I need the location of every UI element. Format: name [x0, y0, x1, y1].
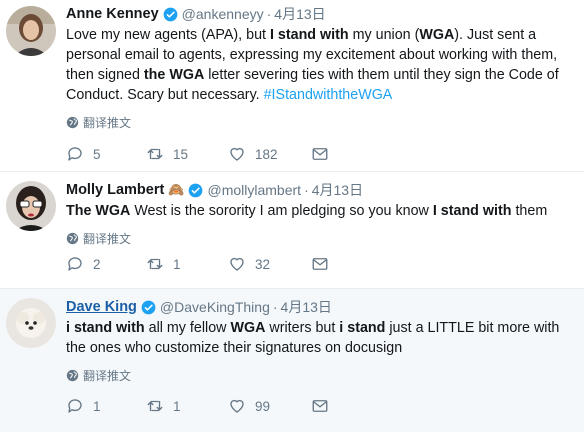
text-bold: I stand with	[432, 203, 512, 219]
reply-icon	[68, 257, 82, 271]
message-icon	[312, 258, 328, 270]
separator-dot: ·	[304, 182, 309, 198]
avatar[interactable]	[6, 6, 56, 56]
like-icon	[230, 399, 244, 413]
retweet-icon	[147, 400, 163, 412]
reply-button[interactable]: 1	[66, 397, 146, 415]
globe-icon	[66, 116, 79, 129]
text-bold: i stand with	[66, 320, 145, 336]
author-name[interactable]: Anne Kenney	[66, 5, 159, 23]
text-part: writers but	[265, 320, 340, 336]
reply-icon	[68, 147, 82, 161]
reply-count: 5	[93, 146, 101, 162]
like-icon	[230, 257, 244, 271]
like-count: 182	[255, 146, 278, 162]
message-icon	[312, 400, 328, 412]
tweet-actions: 1 1 99	[66, 397, 329, 415]
translate-label: 翻译推文	[83, 369, 132, 383]
tweet-text: Love my new agents (APA), but I stand wi…	[66, 25, 574, 105]
text-bold: The WGA	[66, 203, 131, 219]
translate-label: 翻译推文	[83, 116, 132, 130]
retweet-button[interactable]: 1	[146, 255, 228, 273]
like-icon	[230, 147, 244, 161]
retweet-button[interactable]: 15	[146, 145, 228, 163]
direct-message-button[interactable]	[311, 397, 329, 415]
retweet-count: 1	[173, 256, 181, 272]
monkey-emoji-icon: 🙈	[168, 182, 185, 197]
text-part: my union (	[348, 27, 420, 43]
like-count: 32	[255, 256, 271, 272]
tweet-date[interactable]: 4月13日	[312, 181, 363, 199]
direct-message-button[interactable]	[311, 145, 329, 163]
tweet-date[interactable]: 4月13日	[281, 298, 332, 316]
tweet-text: The WGA West is the sorority I am pledgi…	[66, 201, 574, 221]
text-bold: I stand with	[269, 27, 349, 43]
verified-badge-icon	[189, 183, 203, 197]
author-handle[interactable]: @mollylambert	[207, 181, 301, 199]
translate-tweet-link[interactable]: 翻译推文	[66, 230, 574, 247]
reply-button[interactable]: 2	[66, 255, 146, 273]
reply-count: 1	[93, 398, 101, 414]
reply-icon	[68, 399, 82, 413]
retweet-count: 15	[173, 146, 189, 162]
tweet-text: i stand with all my fellow WGA writers b…	[66, 318, 574, 358]
tweet-actions: 5 15 182	[66, 145, 329, 163]
like-button[interactable]: 32	[228, 255, 311, 273]
tweet-date[interactable]: 4月13日	[274, 5, 325, 23]
hashtag-link[interactable]: #IStandwiththeWGA	[264, 87, 393, 103]
separator-dot: ·	[266, 6, 272, 22]
translate-tweet-link[interactable]: 翻译推文	[66, 367, 574, 384]
avatar[interactable]	[6, 298, 56, 348]
retweet-icon	[147, 148, 163, 160]
avatar[interactable]	[6, 181, 56, 231]
author-handle[interactable]: @ankenneyy	[182, 5, 264, 23]
retweet-icon	[147, 258, 163, 270]
text-part: West is the sorority I am pledging so yo…	[130, 203, 433, 219]
text-part: them	[511, 203, 548, 219]
globe-icon	[66, 369, 79, 382]
translate-tweet-link[interactable]: 翻译推文	[66, 114, 574, 131]
translate-label: 翻译推文	[83, 232, 132, 246]
verified-badge-icon	[141, 300, 156, 314]
verified-badge-icon	[163, 7, 178, 21]
author-handle[interactable]: @DaveKingThing	[160, 298, 270, 316]
reply-count: 2	[93, 256, 101, 272]
reply-button[interactable]: 5	[66, 145, 146, 163]
tweet-molly-lambert[interactable]: Molly Lambert 🙈 @mollylambert · 4月13日 Th…	[0, 172, 584, 289]
text-bold: the WGA	[143, 67, 205, 83]
like-button[interactable]: 182	[228, 145, 311, 163]
tweet-anne-kenney[interactable]: Anne Kenney @ankenneyy · 4月13日 Love my n…	[0, 0, 584, 172]
text-part: Love my new agents (APA), but	[66, 27, 270, 43]
like-button[interactable]: 99	[228, 397, 311, 415]
retweet-button[interactable]: 1	[146, 397, 228, 415]
tweet-feed: Anne Kenney @ankenneyy · 4月13日 Love my n…	[0, 0, 584, 432]
text-part: all my fellow	[144, 320, 231, 336]
text-bold: WGA	[419, 27, 455, 43]
direct-message-button[interactable]	[311, 255, 329, 273]
author-name[interactable]: Molly Lambert	[66, 181, 164, 199]
message-icon	[312, 148, 328, 160]
separator-dot: ·	[272, 299, 278, 315]
like-count: 99	[255, 398, 271, 414]
tweet-dave-king[interactable]: Dave King @DaveKingThing · 4月13日 i stand…	[0, 289, 584, 432]
author-name[interactable]: Dave King	[66, 298, 137, 316]
retweet-count: 1	[173, 398, 181, 414]
globe-icon	[66, 232, 79, 245]
text-bold: i stand	[339, 320, 386, 336]
tweet-actions: 2 1 32	[66, 255, 329, 273]
text-bold: WGA	[230, 320, 266, 336]
